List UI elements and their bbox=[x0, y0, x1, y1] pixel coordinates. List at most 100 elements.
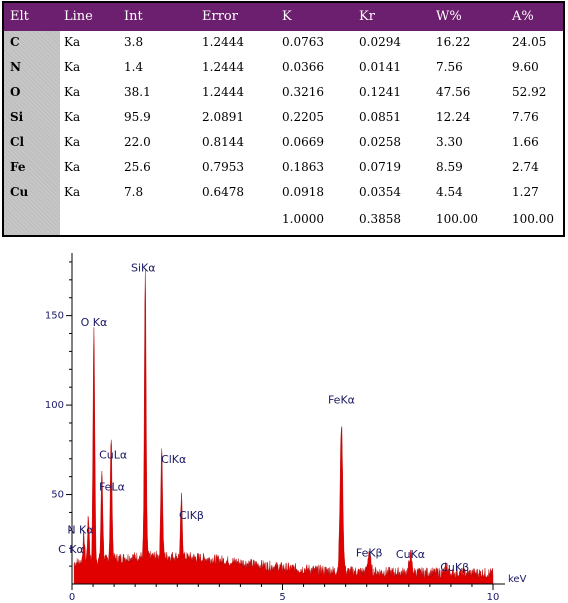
cell-wpct: 16.22 bbox=[436, 35, 471, 49]
cell-wpct: 12.24 bbox=[436, 110, 471, 124]
cell-elt: Cu bbox=[10, 185, 29, 199]
y-tick-label: 50 bbox=[51, 490, 64, 501]
cell-wpct: 47.56 bbox=[436, 85, 471, 99]
cell-error: 2.0891 bbox=[202, 110, 244, 124]
spectrum-svg: 50 100 150 0 5 10 keV C Kα N Kα O Kα FeLα CuLα SiKα… bbox=[45, 253, 527, 603]
x-axis-unit-label: keV bbox=[508, 574, 527, 585]
cell-error: 0.8144 bbox=[202, 135, 244, 149]
peak-label: CuKβ bbox=[440, 561, 469, 574]
y-tick-label: 100 bbox=[45, 400, 64, 411]
cell-int: 95.9 bbox=[124, 110, 151, 124]
peak-label: FeLα bbox=[99, 481, 125, 494]
cell-kr: 0.0354 bbox=[359, 185, 401, 199]
total-kr: 0.3858 bbox=[359, 212, 401, 226]
cell-line: Ka bbox=[64, 185, 81, 199]
cell-line: Ka bbox=[64, 135, 81, 149]
cell-error: 1.2444 bbox=[202, 85, 244, 99]
cell-elt: O bbox=[10, 85, 21, 99]
axes-group: 50 100 150 0 5 10 keV bbox=[45, 253, 527, 603]
table-row: Cl Ka 22.0 0.8144 0.0669 0.0258 3.30 1.6… bbox=[4, 135, 563, 160]
cell-kr: 0.0141 bbox=[359, 60, 401, 74]
peak-label: CuLα bbox=[99, 448, 127, 461]
y-tick-label: 150 bbox=[45, 311, 64, 322]
cell-int: 1.4 bbox=[124, 60, 144, 74]
total-apct: 100.00 bbox=[512, 212, 554, 226]
cell-kr: 0.1241 bbox=[359, 85, 401, 99]
cell-k: 0.0918 bbox=[282, 185, 324, 199]
table-row: N Ka 1.4 1.2444 0.0366 0.0141 7.56 9.60 bbox=[4, 60, 563, 85]
spectrum-area bbox=[73, 268, 494, 585]
cell-int: 3.8 bbox=[124, 35, 144, 49]
x-tick-label: 10 bbox=[487, 592, 500, 603]
cell-int: 25.6 bbox=[124, 160, 151, 174]
header-elt: Elt bbox=[10, 9, 29, 24]
peak-label: FeKα bbox=[328, 393, 355, 406]
cell-apct: 52.92 bbox=[512, 85, 547, 99]
cell-wpct: 8.59 bbox=[436, 160, 463, 174]
header-kr: Kr bbox=[359, 9, 375, 24]
cell-elt: Fe bbox=[10, 160, 26, 174]
cell-elt: N bbox=[10, 60, 21, 74]
x-tick-label: 5 bbox=[279, 592, 285, 603]
cell-line: Ka bbox=[64, 110, 81, 124]
table-row: Si Ka 95.9 2.0891 0.2205 0.0851 12.24 7.… bbox=[4, 110, 563, 135]
peak-label: CuKα bbox=[396, 548, 425, 561]
header-k: K bbox=[282, 9, 292, 24]
cell-apct: 7.76 bbox=[512, 110, 539, 124]
peak-label: N Kα bbox=[67, 523, 93, 536]
cell-wpct: 3.30 bbox=[436, 135, 463, 149]
cell-k: 0.0763 bbox=[282, 35, 324, 49]
peak-label: FeKβ bbox=[356, 547, 383, 560]
peak-label: ClKα bbox=[161, 453, 186, 466]
cell-wpct: 7.56 bbox=[436, 60, 463, 74]
header-apct: A% bbox=[512, 9, 534, 24]
cell-k: 0.0366 bbox=[282, 60, 324, 74]
cell-k: 0.3216 bbox=[282, 85, 324, 99]
cell-k: 0.1863 bbox=[282, 160, 324, 174]
cell-error: 1.2444 bbox=[202, 35, 244, 49]
cell-apct: 24.05 bbox=[512, 35, 547, 49]
cell-error: 1.2444 bbox=[202, 60, 244, 74]
peak-label: SiKα bbox=[131, 261, 156, 274]
header-int: Int bbox=[124, 9, 143, 24]
spectrum-fill-group bbox=[73, 268, 494, 585]
cell-error: 0.6478 bbox=[202, 185, 244, 199]
peak-label: C Kα bbox=[58, 543, 84, 556]
peak-label: O Kα bbox=[81, 316, 108, 329]
cell-int: 22.0 bbox=[124, 135, 151, 149]
cell-k: 0.2205 bbox=[282, 110, 324, 124]
header-line: Line bbox=[64, 9, 93, 24]
cell-apct: 9.60 bbox=[512, 60, 539, 74]
cell-kr: 0.0719 bbox=[359, 160, 401, 174]
cell-elt: Cl bbox=[10, 135, 25, 149]
cell-k: 0.0669 bbox=[282, 135, 324, 149]
cell-apct: 1.27 bbox=[512, 185, 539, 199]
eds-spectrum: 50 100 150 0 5 10 keV C Kα N Kα O Kα FeLα CuLα SiKα… bbox=[0, 245, 568, 603]
cell-line: Ka bbox=[64, 60, 81, 74]
cell-kr: 0.0294 bbox=[359, 35, 401, 49]
peak-label: ClKβ bbox=[179, 509, 204, 522]
cell-apct: 1.66 bbox=[512, 135, 539, 149]
table-header: Elt Line Int Error K Kr W% A% bbox=[4, 3, 563, 31]
cell-kr: 0.0851 bbox=[359, 110, 401, 124]
cell-apct: 2.74 bbox=[512, 160, 539, 174]
header-error: Error bbox=[202, 9, 238, 24]
cell-line: Ka bbox=[64, 85, 81, 99]
cell-kr: 0.0258 bbox=[359, 135, 401, 149]
total-wpct: 100.00 bbox=[436, 212, 478, 226]
cell-error: 0.7953 bbox=[202, 160, 244, 174]
total-k: 1.0000 bbox=[282, 212, 324, 226]
cell-elt: Si bbox=[10, 110, 24, 124]
table-row: O Ka 38.1 1.2444 0.3216 0.1241 47.56 52.… bbox=[4, 85, 563, 110]
composition-table: Elt Line Int Error K Kr W% A% C Ka 3.8 1… bbox=[2, 1, 565, 237]
cell-line: Ka bbox=[64, 35, 81, 49]
table-row: C Ka 3.8 1.2444 0.0763 0.0294 16.22 24.0… bbox=[4, 35, 563, 60]
header-wpct: W% bbox=[436, 9, 462, 24]
cell-wpct: 4.54 bbox=[436, 185, 463, 199]
cell-line: Ka bbox=[64, 160, 81, 174]
totals-row: 1.0000 0.3858 100.00 100.00 bbox=[4, 212, 563, 237]
table-row: Cu Ka 7.8 0.6478 0.0918 0.0354 4.54 1.27 bbox=[4, 185, 563, 210]
cell-int: 38.1 bbox=[124, 85, 151, 99]
x-tick-label: 0 bbox=[69, 592, 75, 603]
peak-labels-group: C Kα N Kα O Kα FeLα CuLα SiKα ClKα ClKβ FeKα FeKβ… bbox=[58, 261, 469, 574]
